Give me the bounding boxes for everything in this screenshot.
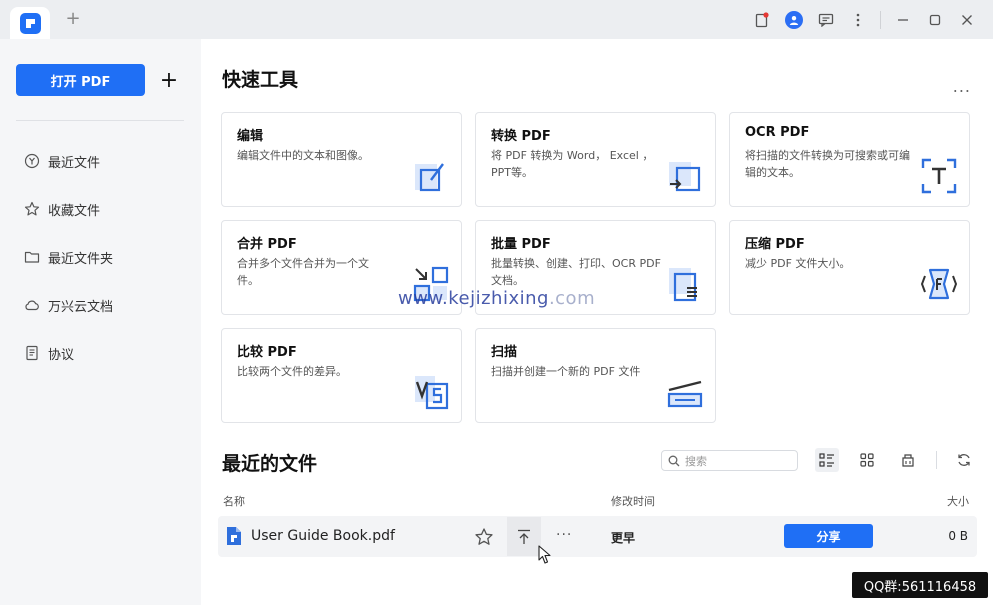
scan-tool-icon: [667, 380, 703, 408]
list-view-icon[interactable]: [815, 448, 839, 472]
close-icon[interactable]: [951, 8, 983, 32]
mouse-cursor-icon: [538, 545, 551, 564]
share-button[interactable]: 分享: [784, 524, 873, 548]
sidebar-item-cloud-docs[interactable]: 万兴云文档: [16, 281, 184, 329]
more-options-icon[interactable]: ...: [953, 77, 971, 96]
sidebar-item-agreement[interactable]: 协议: [16, 329, 184, 377]
title-bar: +: [0, 0, 993, 39]
search-icon: [668, 455, 680, 466]
tool-card-edit[interactable]: 编辑 编辑文件中的文本和图像。: [221, 112, 462, 207]
batch-tool-icon: [669, 268, 697, 302]
user-avatar[interactable]: [778, 8, 810, 32]
table-row[interactable]: User Guide Book.pdf ··· 更早 分享 0 B: [218, 516, 977, 557]
tool-card-desc: 合并多个文件合并为一个文件。: [237, 257, 369, 287]
open-pdf-button[interactable]: 打开 PDF: [16, 64, 145, 96]
upload-button[interactable]: [507, 517, 541, 556]
quick-tools-title: 快速工具: [222, 69, 299, 91]
tool-card-title: 扫描: [491, 345, 518, 360]
cloud-icon: [24, 297, 40, 313]
sidebar-item-recent-files[interactable]: 最近文件: [16, 137, 184, 185]
column-header-name[interactable]: 名称: [223, 493, 245, 509]
favorite-star-icon[interactable]: [474, 527, 494, 547]
tool-card-convert[interactable]: 转换 PDF 将 PDF 转换为 Word， Excel ，PPT等。: [475, 112, 716, 207]
pdf-file-icon: [227, 527, 241, 545]
sidebar: 打开 PDF + 最近文件 收藏文件 最近文件夹 万兴云文档 协议: [0, 39, 201, 605]
star-icon: [24, 201, 40, 217]
toolbar-divider: [936, 451, 937, 469]
compress-tool-icon: [921, 268, 957, 300]
file-size: 0 B: [948, 529, 968, 543]
tool-card-desc: 扫描并创建一个新的 PDF 文件: [491, 365, 641, 378]
sidebar-divider: [16, 120, 184, 121]
tool-card-desc: 将 PDF 转换为 Word， Excel ，PPT等。: [491, 149, 654, 179]
tool-card-desc: 比较两个文件的差异。: [237, 365, 347, 378]
column-header-modified[interactable]: 修改时间: [611, 493, 655, 509]
tool-card-ocr[interactable]: OCR PDF 将扫描的文件转换为可搜索或可编辑的文本。: [729, 112, 970, 207]
ocr-tool-icon: [921, 158, 957, 194]
row-more-icon[interactable]: ···: [556, 527, 572, 543]
document-icon: [24, 345, 40, 361]
search-input[interactable]: 搜索: [661, 450, 798, 471]
clear-icon[interactable]: [896, 448, 920, 472]
tool-card-title: 转换 PDF: [491, 129, 551, 144]
sidebar-item-label: 最近文件: [48, 155, 101, 171]
add-button[interactable]: +: [155, 64, 183, 96]
watermark: www.kejizhixing.com: [398, 288, 595, 309]
upload-icon: [518, 529, 530, 544]
app-logo-icon: [19, 12, 41, 34]
recent-icon: [24, 153, 40, 169]
tool-card-title: 合并 PDF: [237, 237, 297, 252]
tool-card-compress[interactable]: 压缩 PDF 减少 PDF 文件大小。: [729, 220, 970, 315]
app-tab[interactable]: [10, 7, 50, 39]
tool-card-desc: 将扫描的文件转换为可搜索或可编辑的文本。: [745, 149, 910, 179]
titlebar-divider: [880, 11, 881, 29]
notification-icon[interactable]: [746, 8, 778, 32]
tool-card-title: 编辑: [237, 129, 264, 144]
file-name[interactable]: User Guide Book.pdf: [251, 528, 395, 544]
modified-time: 更早: [611, 531, 636, 545]
tool-card-title: 压缩 PDF: [745, 237, 805, 252]
convert-tool-icon: [669, 162, 701, 192]
edit-tool-icon: [415, 163, 444, 192]
compare-tool-icon: [415, 376, 449, 410]
tool-card-title: 比较 PDF: [237, 345, 297, 360]
minimize-icon[interactable]: [887, 8, 919, 32]
tool-card-title: OCR PDF: [745, 125, 810, 140]
feedback-icon[interactable]: [810, 8, 842, 32]
column-header-size[interactable]: 大小: [947, 493, 969, 509]
qq-group-badge: QQ群:561116458: [852, 572, 988, 598]
new-tab-button[interactable]: +: [64, 10, 82, 28]
sidebar-item-label: 万兴云文档: [48, 299, 114, 315]
main-content: 快速工具 ... 编辑 编辑文件中的文本和图像。 转换 PDF 将 PDF 转换…: [201, 39, 993, 605]
sidebar-item-label: 收藏文件: [48, 203, 101, 219]
sidebar-item-label: 协议: [48, 347, 75, 363]
tool-card-title: 批量 PDF: [491, 237, 551, 252]
sidebar-item-recent-folders[interactable]: 最近文件夹: [16, 233, 184, 281]
grid-view-icon[interactable]: [855, 448, 879, 472]
sidebar-item-label: 最近文件夹: [48, 251, 114, 267]
tool-card-scan[interactable]: 扫描 扫描并创建一个新的 PDF 文件: [475, 328, 716, 423]
watermark-text: www.kejizhixing: [398, 288, 549, 309]
folder-icon: [24, 249, 40, 265]
sidebar-item-favorites[interactable]: 收藏文件: [16, 185, 184, 233]
maximize-icon[interactable]: [919, 8, 951, 32]
tool-card-desc: 编辑文件中的文本和图像。: [237, 149, 369, 162]
tool-card-desc: 减少 PDF 文件大小。: [745, 257, 851, 270]
tool-card-compare[interactable]: 比较 PDF 比较两个文件的差异。: [221, 328, 462, 423]
search-placeholder: 搜索: [685, 454, 707, 468]
watermark-suffix: .com: [548, 288, 596, 309]
tool-card-desc: 批量转换、创建、打印、OCR PDF 文档。: [491, 257, 661, 287]
refresh-icon[interactable]: [952, 448, 976, 472]
more-vertical-icon[interactable]: [842, 8, 874, 32]
sidebar-nav: 最近文件 收藏文件 最近文件夹 万兴云文档 协议: [16, 137, 184, 377]
recent-files-title: 最近的文件: [222, 453, 318, 475]
